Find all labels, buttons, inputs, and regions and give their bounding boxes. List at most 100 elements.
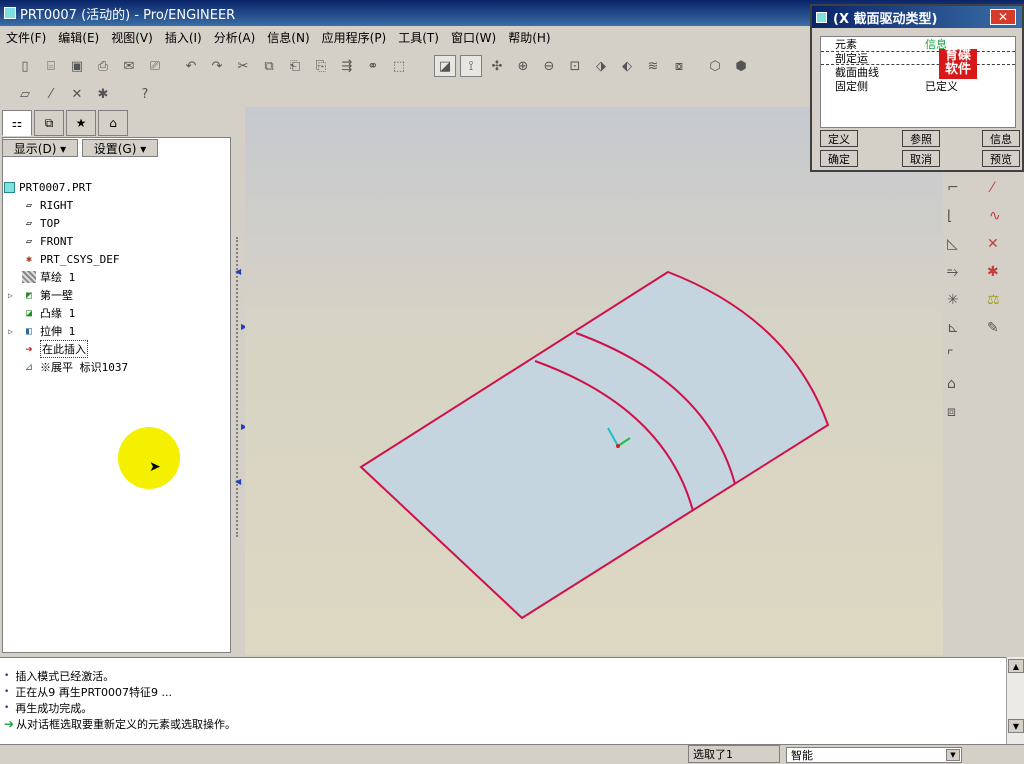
extend-icon[interactable]: ◺ <box>947 236 958 252</box>
message-scrollbar[interactable]: ▲ ▼ <box>1006 657 1024 744</box>
panel-splitter[interactable]: ▶ ◀ ▶ ◀ <box>233 137 247 653</box>
tree-item-sketch[interactable]: 草绘 1 <box>4 268 228 286</box>
ok-button[interactable]: 确定 <box>820 150 858 167</box>
print-icon[interactable]: ⎙ <box>92 55 114 77</box>
redo-icon[interactable]: ↷ <box>206 55 228 77</box>
element-row-selected[interactable]: 剖定运 <box>821 51 1015 65</box>
wall-icon[interactable]: ⌐ <box>947 180 959 196</box>
saved-views-icon[interactable]: ⬖ <box>616 55 638 77</box>
save-icon[interactable]: ▣ <box>66 55 88 77</box>
app-icon <box>4 7 16 19</box>
curve-icon[interactable]: ∿ <box>989 208 1001 224</box>
tree-item-unbend[interactable]: ⊿ ※展平 标识1037 <box>4 358 228 376</box>
menu-view[interactable]: 视图(V) <box>105 29 159 46</box>
unbend-tool-icon[interactable]: ✳ <box>947 292 959 308</box>
tree-item-insert-here[interactable]: ➔ 在此插入 <box>4 340 228 358</box>
selection-count: 选取了1 <box>688 745 780 763</box>
graphics-area[interactable] <box>245 107 943 655</box>
settings-dropdown[interactable]: 设置(G) ▾ <box>82 139 158 157</box>
bend-back-icon[interactable]: ⊾ <box>947 320 959 336</box>
new-file-icon[interactable]: ▯ <box>14 55 36 77</box>
send-mail-icon[interactable]: ✉ <box>118 55 140 77</box>
datum-point-icon[interactable]: ✕ <box>66 83 88 105</box>
define-button[interactable]: 定义 <box>820 130 858 147</box>
expand-arrow-icon[interactable]: ▷ <box>8 327 22 336</box>
datum-csys-icon[interactable]: ✱ <box>92 83 114 105</box>
find-icon[interactable]: ⚭ <box>362 55 384 77</box>
connections-tab[interactable]: ⌂ <box>98 110 128 136</box>
element-row-fixed-side[interactable]: 固定侧 已定义 <box>821 79 1015 93</box>
expand-arrow-icon[interactable]: ▷ <box>8 291 22 300</box>
menu-analysis[interactable]: 分析(A) <box>208 29 262 46</box>
datum-axis-icon[interactable]: ⁄ <box>40 83 62 105</box>
model-tree-tab[interactable]: ⚏ <box>2 110 32 136</box>
chevron-down-icon[interactable]: ▼ <box>946 749 960 761</box>
preview-button[interactable]: 预览 <box>982 150 1020 167</box>
tree-item-flange[interactable]: ◪ 凸缘 1 <box>4 304 228 322</box>
tree-item-first-wall[interactable]: ▷ ◩ 第一壁 <box>4 286 228 304</box>
context-help-icon[interactable]: ? <box>134 83 156 105</box>
datum-display-icon[interactable]: ⟟ <box>460 55 482 77</box>
menu-applications[interactable]: 应用程序(P) <box>316 29 393 46</box>
hidden-line-icon[interactable]: ⬢ <box>730 55 752 77</box>
reorient-icon[interactable]: ⬗ <box>590 55 612 77</box>
open-file-icon[interactable]: ⌸ <box>40 55 62 77</box>
dialog-title: (X 截面驱动类型) <box>833 11 938 27</box>
message-line: • 正在从9 再生PRT0007特征9 ... <box>4 686 172 699</box>
references-button[interactable]: 参照 <box>902 130 940 147</box>
selection-filter[interactable]: 智能 ▼ <box>786 747 962 763</box>
folder-browser-tab[interactable]: ⧉ <box>34 110 64 136</box>
refit-icon[interactable]: ⊡ <box>564 55 586 77</box>
copy-icon[interactable]: ⧉ <box>258 55 280 77</box>
shading-icon[interactable]: ⬡ <box>704 55 726 77</box>
select-box-icon[interactable]: ⬚ <box>388 55 410 77</box>
paste-special-icon[interactable]: ⎘ <box>310 55 332 77</box>
layers-icon[interactable]: ≋ <box>642 55 664 77</box>
favorites-tab[interactable]: ★ <box>66 110 96 136</box>
menu-file[interactable]: 文件(F) <box>0 29 52 46</box>
cut-icon[interactable]: ✂ <box>232 55 254 77</box>
spin-center-icon[interactable]: ✣ <box>486 55 508 77</box>
element-row-header[interactable]: 元素 信息 <box>821 37 1015 51</box>
menu-tools[interactable]: 工具(T) <box>392 29 445 46</box>
scroll-down-icon[interactable]: ▼ <box>1008 719 1024 733</box>
extrude-icon: ◧ <box>25 325 33 337</box>
pen-icon[interactable]: ✎ <box>987 320 999 336</box>
flange-wall-icon[interactable]: ⌊ <box>947 208 952 224</box>
tree-item-part[interactable]: PRT0007.PRT <box>4 178 228 196</box>
save-copy-icon[interactable]: ⎚ <box>144 55 166 77</box>
menu-window[interactable]: 窗口(W) <box>445 29 502 46</box>
bend-icon[interactable]: ⥱ <box>947 264 958 280</box>
info-button[interactable]: 信息 <box>982 130 1020 147</box>
show-dropdown[interactable]: 显示(D) ▾ <box>2 139 78 157</box>
undo-icon[interactable]: ↶ <box>180 55 202 77</box>
tree-item-front[interactable]: ▱ FRONT <box>4 232 228 250</box>
analysis-icon[interactable]: ⚖ <box>987 292 1000 308</box>
tree-item-extrude[interactable]: ▷ ◧ 拉伸 1 <box>4 322 228 340</box>
corner-relief-icon[interactable]: ⌜ <box>947 348 954 364</box>
display-style-icon[interactable]: ◪ <box>434 55 456 77</box>
datum-plane-icon[interactable]: ▱ <box>14 83 36 105</box>
tree-item-right[interactable]: ▱ RIGHT <box>4 196 228 214</box>
model-tree-controls: 显示(D) ▾ 设置(G) ▾ <box>2 139 229 159</box>
datum-axis-icon[interactable]: ⁄ <box>991 180 993 196</box>
element-row-section-curve[interactable]: 截面曲线 <box>821 65 1015 79</box>
punch-icon[interactable]: ⌂ <box>947 376 956 392</box>
datum-point-icon[interactable]: ✕ <box>987 236 999 252</box>
zoom-out-icon[interactable]: ⊖ <box>538 55 560 77</box>
tree-item-csys[interactable]: ✱ PRT_CSYS_DEF <box>4 250 228 268</box>
menu-insert[interactable]: 插入(I) <box>159 29 208 46</box>
paste-icon[interactable]: ⎗ <box>284 55 306 77</box>
tree-item-top[interactable]: ▱ TOP <box>4 214 228 232</box>
view-manager-icon[interactable]: ⧇ <box>668 55 690 77</box>
menu-edit[interactable]: 编辑(E) <box>52 29 105 46</box>
zoom-in-icon[interactable]: ⊕ <box>512 55 534 77</box>
regenerate-icon[interactable]: ⇶ <box>336 55 358 77</box>
cancel-button[interactable]: 取消 <box>902 150 940 167</box>
csys-icon[interactable]: ✱ <box>987 264 999 280</box>
menu-info[interactable]: 信息(N) <box>261 29 315 46</box>
menu-help[interactable]: 帮助(H) <box>502 29 556 46</box>
dialog-close-button[interactable]: ✕ <box>990 9 1016 25</box>
form-icon[interactable]: ⧈ <box>947 404 956 420</box>
scroll-up-icon[interactable]: ▲ <box>1008 659 1024 673</box>
